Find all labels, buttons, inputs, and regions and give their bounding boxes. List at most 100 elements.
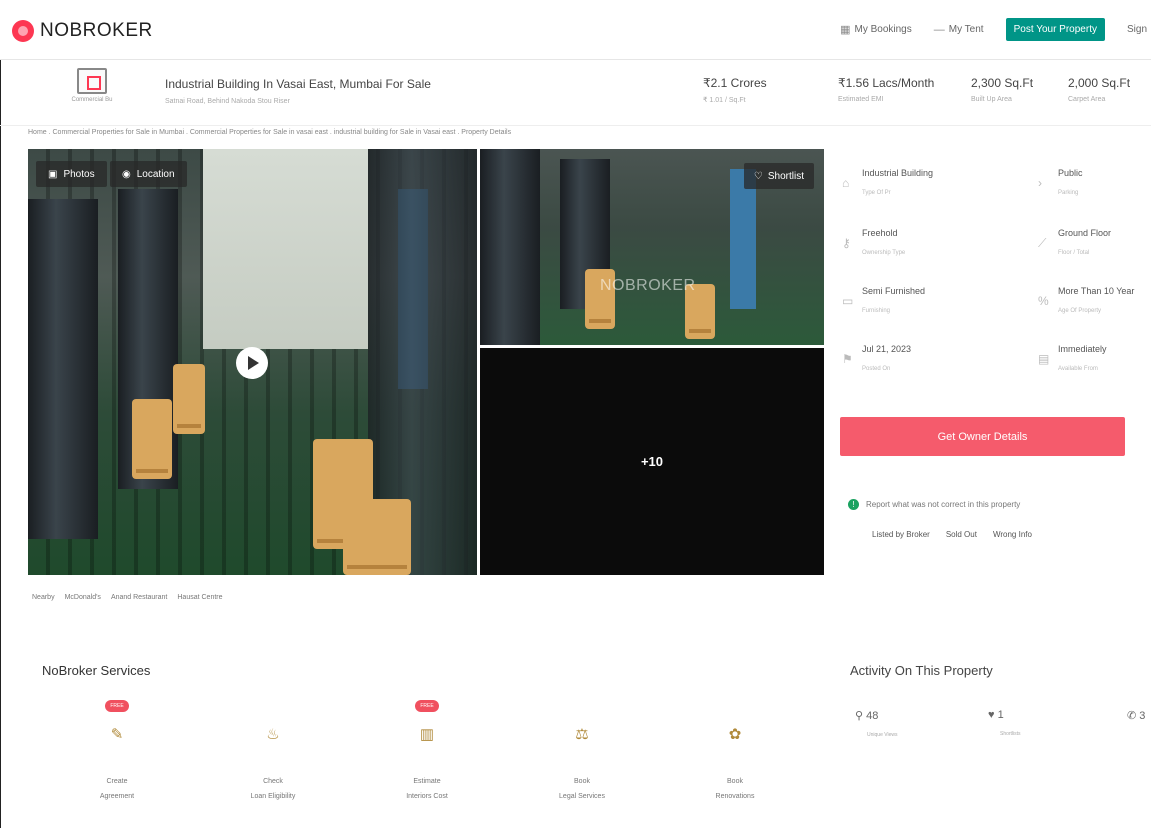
activity-contacts-count: 3 bbox=[1139, 710, 1146, 722]
main-photo[interactable]: ▣ Photos ◉ Location bbox=[28, 149, 477, 575]
free-badge: FREE bbox=[415, 700, 439, 712]
report-section: ! Report what was not correct in this pr… bbox=[848, 499, 1020, 510]
shortlist-button[interactable]: ♡ Shortlist bbox=[743, 163, 814, 189]
photos-button[interactable]: ▣ Photos bbox=[36, 161, 107, 187]
location-icon: ◉ bbox=[122, 168, 131, 180]
service-label: Create Agreement bbox=[72, 774, 162, 804]
sign-in-link[interactable]: Sign bbox=[1127, 24, 1147, 35]
report-sold-out[interactable]: Sold Out bbox=[946, 530, 977, 539]
nearby-item[interactable]: Anand Restaurant bbox=[111, 594, 167, 601]
stat-price: ₹2.1 Crores ₹ 1.01 / Sq.Ft bbox=[703, 76, 767, 104]
stat-carpet: 2,000 Sq.Ft Carpet Area bbox=[1068, 76, 1130, 103]
menu-icon: — bbox=[933, 23, 945, 36]
stat-built-up-label: Built Up Area bbox=[971, 96, 1012, 103]
detail-value: Freehold bbox=[862, 228, 898, 238]
age-icon: % bbox=[1038, 294, 1049, 308]
service-label: Book Renovations bbox=[690, 774, 780, 804]
logo[interactable]: NOBROKER bbox=[12, 20, 153, 42]
key-icon: ⚷ bbox=[842, 236, 851, 250]
nav-my-bookings[interactable]: ▦ My Bookings bbox=[840, 23, 912, 36]
photo-stool bbox=[173, 364, 205, 434]
service-label-line: Interiors Cost bbox=[406, 793, 448, 800]
shortlist-button-label: Shortlist bbox=[767, 170, 804, 182]
service-label: Check Loan Eligibility bbox=[228, 774, 318, 804]
activity-shortlists-count: 1 bbox=[997, 709, 1004, 721]
detail-value: Jul 21, 2023 bbox=[862, 344, 912, 354]
nearby-places: Nearby McDonald's Anand Restaurant Hausa… bbox=[32, 594, 223, 601]
detail-label: Age Of Property bbox=[1058, 308, 1102, 314]
activity-views-count: 48 bbox=[866, 710, 879, 722]
free-badge: FREE bbox=[105, 700, 129, 712]
detail-value: Ground Floor bbox=[1058, 228, 1112, 238]
nearby-label: Nearby bbox=[32, 594, 55, 601]
photo-machine bbox=[28, 199, 98, 539]
stat-price-label: ₹ 1.01 / Sq.Ft bbox=[703, 97, 746, 104]
service-label-line: Agreement bbox=[99, 793, 135, 800]
play-video-button[interactable] bbox=[236, 347, 268, 379]
stat-price-value: ₹2.1 Crores bbox=[703, 76, 767, 90]
service-label-line: Check bbox=[263, 778, 283, 785]
get-owner-details-button[interactable]: Get Owner Details bbox=[840, 417, 1125, 456]
detail-label: Ownership Type bbox=[862, 250, 906, 256]
location-button[interactable]: ◉ Location bbox=[110, 161, 187, 187]
activity-shortlists-label: Shortlists bbox=[1000, 731, 1021, 737]
calendar-icon: ▤ bbox=[1038, 352, 1050, 366]
top-nav: ▦ My Bookings — My Tent Post Your Proper… bbox=[840, 18, 1151, 41]
heart-icon: ♡ bbox=[753, 170, 763, 182]
report-text: Report what was not correct in this prop… bbox=[866, 500, 1021, 509]
property-address: Satnai Road, Behind Nakoda Stou Riser bbox=[165, 98, 290, 105]
activity-views-label: Unique Views bbox=[867, 732, 898, 738]
stat-built-up-value: 2,300 Sq.Ft bbox=[971, 76, 1034, 90]
services-title: NoBroker Services bbox=[42, 663, 151, 678]
service-label: Estimate Interiors Cost bbox=[382, 774, 472, 804]
site-header: NOBROKER ▦ My Bookings — My Tent Post Yo… bbox=[0, 0, 1151, 60]
stat-built-up: 2,300 Sq.Ft Built Up Area bbox=[971, 76, 1033, 103]
nearby-item[interactable]: McDonald's bbox=[65, 594, 101, 601]
calendar-icon: ▦ bbox=[840, 24, 851, 36]
post-property-button[interactable]: Post Your Property bbox=[1005, 18, 1105, 41]
secondary-photo[interactable]: NOBROKER ♡ Shortlist bbox=[480, 149, 824, 345]
phone-icon: ✆ bbox=[1127, 710, 1137, 722]
info-icon: ! bbox=[848, 499, 859, 510]
photos-button-label: Photos bbox=[63, 168, 95, 180]
breadcrumb[interactable]: Home . Commercial Properties for Sale in… bbox=[28, 129, 511, 136]
location-button-label: Location bbox=[136, 168, 175, 180]
service-label: Book Legal Services bbox=[537, 774, 627, 804]
nav-my-bookings-label: My Bookings bbox=[854, 24, 912, 35]
service-label-line: Loan Eligibility bbox=[250, 793, 296, 800]
user-icon: ⚲ bbox=[855, 710, 864, 722]
heart-icon: ♥ bbox=[988, 709, 995, 721]
detail-label: Available From bbox=[1058, 366, 1098, 372]
parking-icon: › bbox=[1038, 176, 1042, 190]
report-wrong-info[interactable]: Wrong Info bbox=[993, 530, 1032, 539]
paint-icon: ✿ bbox=[728, 726, 742, 743]
activity-views: ⚲ 48 Unique Views bbox=[855, 709, 897, 738]
logo-text: NOBROKER bbox=[40, 20, 153, 41]
service-label-line: Estimate bbox=[413, 778, 441, 785]
service-label-line: Legal Services bbox=[559, 793, 605, 800]
detail-label: Parking bbox=[1058, 190, 1079, 196]
logo-icon bbox=[12, 20, 34, 42]
stat-emi-label: Estimated EMI bbox=[838, 96, 884, 103]
flag-icon: ⚑ bbox=[842, 352, 853, 366]
more-photos-tile[interactable]: +10 bbox=[480, 348, 824, 575]
photo-stool bbox=[132, 399, 172, 479]
photo-panel bbox=[730, 169, 756, 309]
property-title-bar: Commercial Bu Industrial Building In Vas… bbox=[0, 60, 1151, 126]
report-listed-by-broker[interactable]: Listed by Broker bbox=[872, 530, 930, 539]
property-title: Industrial Building In Vasai East, Mumba… bbox=[165, 77, 431, 91]
nav-menu-label: My Tent bbox=[948, 24, 984, 35]
stat-carpet-value: 2,000 Sq.Ft bbox=[1068, 76, 1131, 90]
nearby-item[interactable]: Hausat Centre bbox=[177, 594, 222, 601]
photo-stool bbox=[343, 499, 411, 575]
calculator-icon: ▥ bbox=[419, 726, 435, 743]
detail-label: Posted On bbox=[862, 366, 891, 372]
nav-menu[interactable]: — My Tent bbox=[934, 24, 984, 36]
activity-contacts: ✆ 3 bbox=[1127, 709, 1145, 722]
detail-value: Semi Furnished bbox=[862, 286, 926, 296]
service-label-line: Book bbox=[727, 778, 743, 785]
photo-wall bbox=[203, 149, 368, 349]
building-icon: ⌂ bbox=[842, 176, 850, 190]
gavel-icon: ⚖ bbox=[575, 726, 589, 743]
photo-machine bbox=[480, 149, 540, 345]
